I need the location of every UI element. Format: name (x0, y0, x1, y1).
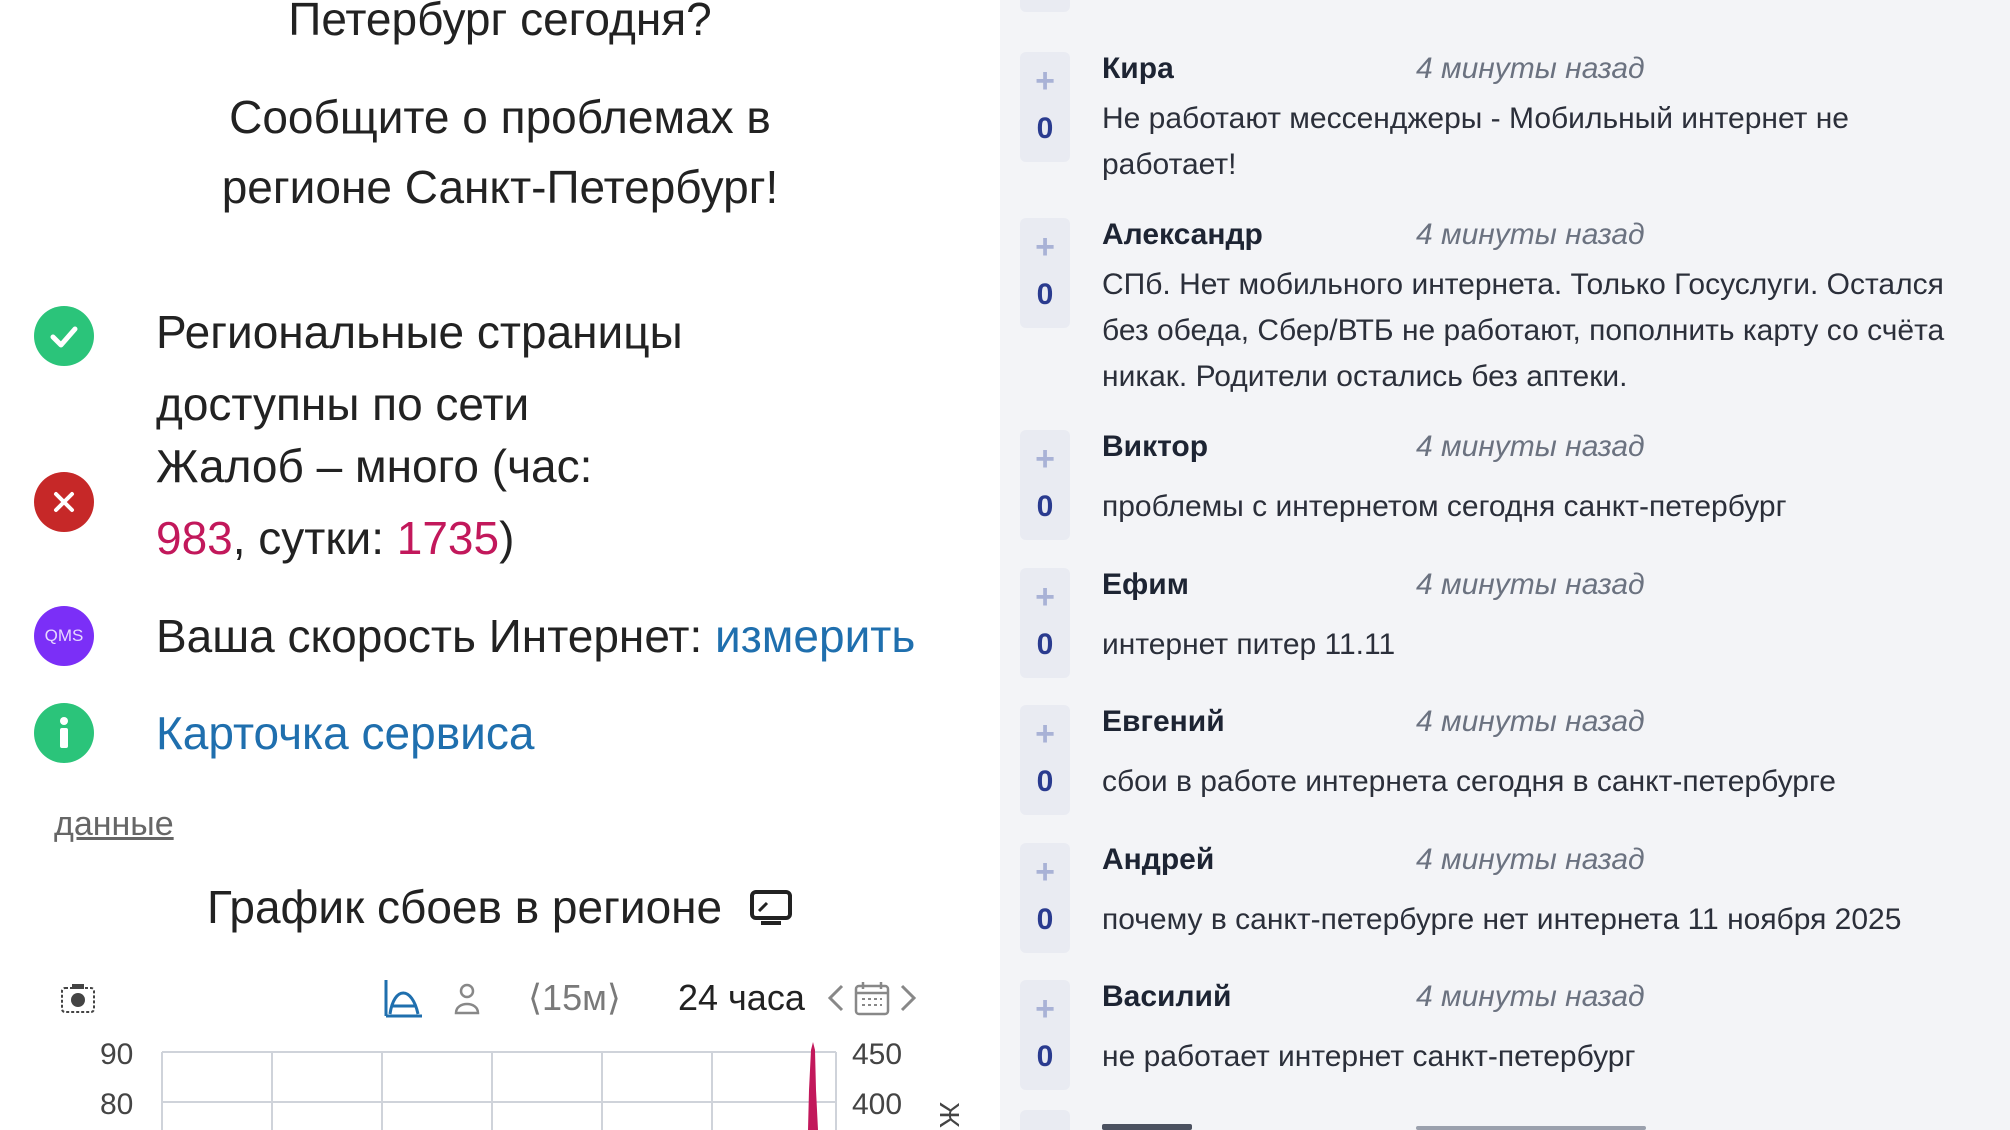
comment-time: 4 минуты назад (1416, 218, 1645, 251)
outage-chart-svg: 90 80 450 400 Ж (100, 1038, 965, 1130)
upvote-button[interactable]: + (1020, 62, 1070, 101)
status-pages-text: Региональные страницы доступны по сети (156, 296, 683, 440)
left-panel: Петербург сегодня? Сообщите о проблемах … (0, 0, 1000, 1130)
comment-time: 4 минуты назад (1416, 430, 1645, 463)
qms-icon: QMS (34, 606, 94, 666)
vote-count: 0 (1036, 490, 1054, 523)
comment-text: СПб. Нет мобильного интернета. Только Го… (1102, 268, 1945, 393)
comment-author: Виктор (1102, 430, 1209, 463)
left-tick-90: 90 (100, 1038, 133, 1071)
left-tick-80: 80 (100, 1088, 133, 1121)
vote-box: + 0 (1020, 705, 1070, 815)
page-header-cut: Петербург сегодня? (288, 0, 712, 45)
vote-count: 0 (1036, 112, 1054, 145)
complaints-line2: 983, сутки: 1735) (156, 502, 592, 574)
vote-box: + 0 (1020, 430, 1070, 540)
report-prompt-line2: регионе Санкт-Петербург! (221, 161, 779, 213)
data-link[interactable]: данные (54, 805, 174, 844)
report-prompt-line1: Сообщите о проблемах в (229, 91, 771, 143)
comment-text: проблемы с интернетом сегодня санкт-пете… (1102, 490, 1787, 523)
comment-author: Александр (1102, 218, 1263, 251)
vote-box: + 0 (1020, 568, 1070, 678)
upvote-button[interactable]: + (1020, 853, 1070, 892)
service-card-link[interactable]: Карточка сервиса (156, 707, 534, 759)
status-service-card: Карточка сервиса (34, 697, 534, 769)
qms-badge-text: QMS (44, 626, 84, 645)
service-card-text: Карточка сервиса (156, 697, 534, 769)
complaints-day-label: , сутки: (232, 512, 397, 564)
upvote-button[interactable]: + (1020, 440, 1070, 479)
comment-text: почему в санкт-петербурге нет интернета … (1102, 903, 1902, 936)
comments-panel: + 0 Кира 4 минуты назад Не работают месс… (1000, 0, 2010, 1130)
vote-box: + 0 (1020, 52, 1070, 162)
user-icon[interactable] (452, 970, 482, 1026)
vote-count: 0 (1036, 1040, 1054, 1073)
comment-author: Кира (1102, 52, 1174, 85)
comment-author: Андрей (1102, 843, 1215, 876)
camera-icon[interactable] (58, 970, 98, 1026)
next-author-cut (1102, 1118, 1192, 1130)
area-chart-icon[interactable] (382, 970, 426, 1026)
complaints-day-count: 1735 (396, 512, 500, 564)
right-tick-450: 450 (852, 1038, 902, 1071)
comment-text: не работает интернет санкт-петербург (1102, 1040, 1636, 1073)
next-time-cut (1416, 1118, 1646, 1130)
comment-time: 4 минуты назад (1416, 843, 1645, 876)
next-author-remnant (1102, 1124, 1192, 1130)
comment-time: 4 минуты назад (1416, 980, 1645, 1013)
info-icon (34, 703, 94, 763)
chart-toolbar: ⟨15м⟩ 24 часа (0, 970, 1000, 1026)
prev-vote-box-cut (1020, 0, 1070, 12)
next-vote-box-cut (1020, 1110, 1070, 1130)
status-pages-line1: Региональные страницы (156, 306, 683, 358)
page-root: Петербург сегодня? Сообщите о проблемах … (0, 0, 2010, 1130)
chevron-left-icon[interactable] (826, 970, 846, 1026)
upvote-button[interactable]: + (1020, 228, 1070, 267)
speed-label: Ваша скорость Интернет: (156, 610, 716, 662)
upvote-button[interactable]: + (1020, 715, 1070, 754)
status-complaints-text: Жалоб – много (час: 983, сутки: 1735) (156, 430, 592, 574)
comment-time: 4 минуты назад (1416, 705, 1645, 738)
measure-speed-link[interactable]: измерить (715, 610, 915, 662)
comment-time: 4 минуты назад (1416, 52, 1645, 85)
range-selector[interactable]: 24 часа (678, 970, 805, 1026)
chart-title-text: График сбоев в регионе (207, 881, 723, 933)
comment-text: интернет питер 11.11 (1102, 628, 1396, 661)
close-icon (34, 472, 94, 532)
status-pages-available: Региональные страницы доступны по сети (34, 296, 683, 440)
vote-count: 0 (1036, 278, 1054, 311)
comment-author: Евгений (1102, 705, 1225, 738)
check-icon (34, 306, 94, 366)
vote-box: + 0 (1020, 843, 1070, 953)
right-axis-label: Ж (934, 1102, 965, 1128)
status-complaints: Жалоб – много (час: 983, сутки: 1735) (34, 430, 592, 574)
vote-box: + 0 (1020, 218, 1070, 328)
comment-text: Не работают мессенджеры - Мобильный инте… (1102, 102, 1849, 181)
outage-spike (808, 1042, 818, 1130)
upvote-button[interactable]: + (1020, 990, 1070, 1029)
complaints-hour-count: 983 (156, 512, 233, 564)
prev-comment-cut (1102, 0, 1442, 6)
chevron-right-icon[interactable] (898, 970, 918, 1026)
monitor-icon (749, 884, 793, 938)
vote-count: 0 (1036, 765, 1054, 798)
chart-title: График сбоев в регионе (0, 880, 1000, 938)
comment-author: Ефим (1102, 568, 1189, 601)
complaints-close-paren: ) (499, 512, 515, 564)
vote-count: 0 (1036, 628, 1054, 661)
status-speed: QMS Ваша скорость Интернет: измерить (34, 600, 915, 672)
comment-author: Василий (1102, 980, 1232, 1013)
status-speed-text: Ваша скорость Интернет: измерить (156, 600, 915, 672)
calendar-icon[interactable] (854, 970, 890, 1026)
outage-chart: 90 80 450 400 Ж (0, 1030, 1000, 1130)
right-tick-400: 400 (852, 1088, 902, 1121)
next-time-remnant (1416, 1126, 1646, 1130)
vote-count: 0 (1036, 903, 1054, 936)
complaints-line1: Жалоб – много (час: (156, 440, 593, 492)
upvote-button[interactable]: + (1020, 578, 1070, 617)
comment-time: 4 минуты назад (1416, 568, 1645, 601)
vote-box: + 0 (1020, 980, 1070, 1090)
interval-selector[interactable]: ⟨15м⟩ (528, 970, 621, 1026)
comment-text: сбои в работе интернета сегодня в санкт-… (1102, 765, 1836, 798)
